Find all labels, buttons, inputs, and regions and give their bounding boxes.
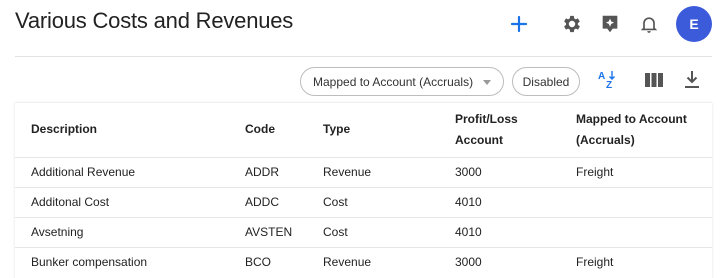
table-toolbar: Mapped to Account (Accruals) Disabled A … — [0, 64, 726, 98]
cell-account: 4010 — [455, 186, 576, 217]
cell-mapped — [576, 216, 712, 247]
cell-code: ADDR — [245, 156, 323, 187]
add-icon[interactable] — [507, 12, 531, 36]
cell-type: Cost — [323, 216, 455, 247]
cell-account: 3000 — [455, 156, 576, 187]
chevron-down-icon — [483, 80, 491, 85]
col-header-label: Account — [455, 132, 503, 147]
cell-mapped: Freight — [576, 246, 712, 277]
avatar[interactable]: E — [676, 6, 712, 42]
col-header-type[interactable]: Type — [323, 103, 455, 157]
svg-text:A: A — [598, 71, 605, 82]
cell-code: BCO — [245, 246, 323, 277]
bell-icon[interactable] — [637, 12, 661, 36]
cost-revenue-table-card: Description Code Type Profit/Loss Accoun… — [15, 102, 712, 278]
col-header-label: (Accruals) — [576, 132, 635, 147]
cell-type: Revenue — [323, 246, 455, 277]
col-header-mapped-account[interactable]: Mapped to Account (Accruals) — [576, 103, 712, 157]
cell-description: Additonal Cost — [15, 186, 245, 217]
svg-text:Z: Z — [606, 80, 612, 91]
app-header: Various Costs and Revenues E — [0, 0, 726, 50]
accrual-mapping-select-value: Mapped to Account (Accruals) — [313, 74, 474, 89]
cell-account: 3000 — [455, 246, 576, 277]
table-row[interactable]: Additonal Cost ADDC Cost 4010 — [15, 186, 712, 217]
col-header-label: Mapped to Account — [576, 111, 687, 126]
cell-code: ADDC — [245, 186, 323, 217]
sort-az-icon[interactable]: A Z — [596, 68, 620, 92]
col-header-profit-loss-account[interactable]: Profit/Loss Account — [455, 103, 576, 157]
gear-icon[interactable] — [560, 12, 584, 36]
columns-icon[interactable] — [642, 68, 666, 92]
table-header-row: Description Code Type Profit/Loss Accoun… — [15, 103, 712, 157]
disabled-filter-button[interactable]: Disabled — [512, 67, 580, 96]
table-row[interactable]: Additional Revenue ADDR Revenue 3000 Fre… — [15, 156, 712, 187]
cell-description: Bunker compensation — [15, 246, 245, 277]
cell-description: Avsetning — [15, 216, 245, 247]
cost-revenue-table: Description Code Type Profit/Loss Accoun… — [15, 103, 712, 277]
ai-sparkle-icon[interactable] — [598, 12, 622, 36]
page-title: Various Costs and Revenues — [15, 8, 294, 33]
table-row[interactable]: Bunker compensation BCO Revenue 3000 Fre… — [15, 246, 712, 277]
disabled-filter-label: Disabled — [522, 74, 570, 89]
col-header-label: Profit/Loss — [455, 111, 518, 126]
cell-mapped: Freight — [576, 156, 712, 187]
col-header-description[interactable]: Description — [15, 103, 245, 157]
cell-description: Additional Revenue — [15, 156, 245, 187]
cell-type: Cost — [323, 186, 455, 217]
cell-mapped — [576, 186, 712, 217]
cell-code: AVSTEN — [245, 216, 323, 247]
cell-type: Revenue — [323, 156, 455, 187]
accrual-mapping-select[interactable]: Mapped to Account (Accruals) — [300, 67, 504, 96]
download-icon[interactable] — [680, 68, 704, 92]
header-divider — [15, 56, 712, 57]
col-header-code[interactable]: Code — [245, 103, 323, 157]
cell-account: 4010 — [455, 216, 576, 247]
table-row[interactable]: Avsetning AVSTEN Cost 4010 — [15, 216, 712, 247]
